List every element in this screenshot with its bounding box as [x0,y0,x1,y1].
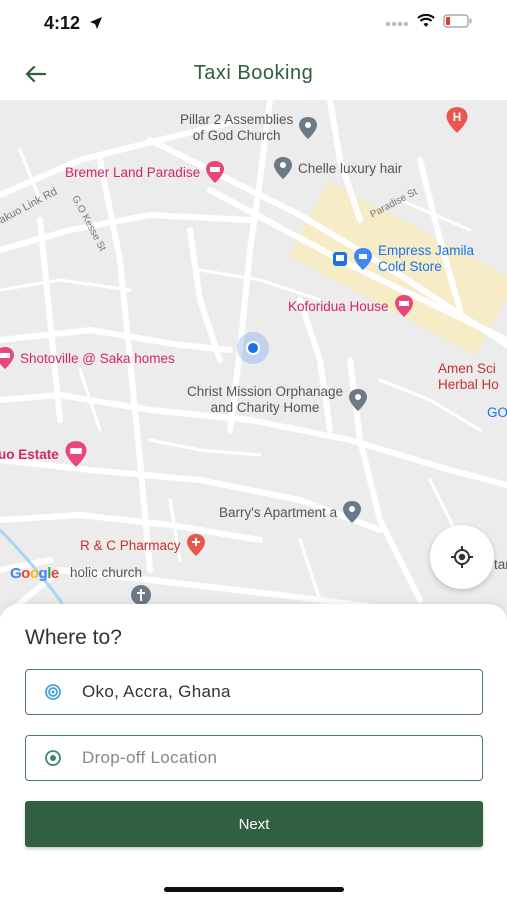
place-pin-icon [343,501,362,523]
sheet-title: Where to? [25,626,122,649]
map-poi[interactable]: Barry's Apartment a [219,500,363,524]
status-bar: 4:12 [0,0,507,48]
next-button[interactable]: Next [25,801,483,847]
map-poi[interactable]: Koforidua House [288,294,415,318]
status-time: 4:12 [44,13,81,33]
map-poi[interactable]: Christ Mission Orphanage and Charity Hom… [187,384,369,416]
place-pin-icon [274,157,292,179]
map-edge-label: tar [494,557,507,572]
svg-text:H: H [453,111,461,124]
my-location-button[interactable] [430,525,494,589]
map-edge-label: GO [487,405,507,420]
map-poi[interactable]: Pillar 2 Assemblies of God Church [180,112,319,144]
map-poi[interactable]: Empress Jamila Cold Store [332,243,474,275]
map-poi[interactable]: uo Estate [0,440,89,468]
map-poi[interactable]: holic church [70,565,142,580]
dropoff-input[interactable] [82,748,442,768]
crosshair-icon [451,546,473,568]
header: Taxi Booking [0,48,507,100]
store-pin-icon [354,248,372,270]
map-poi[interactable]: Shotoville @ Saka homes [0,346,175,370]
pickup-input[interactable] [82,682,442,702]
hotel-pin-icon [394,295,413,317]
place-pin-icon [349,389,368,411]
map-poi[interactable]: R & C Pharmacy [80,533,207,557]
status-icons [385,13,473,33]
pharmacy-pin-icon [186,534,205,556]
dropoff-location-icon [45,750,61,766]
google-logo: Google [10,565,59,582]
wifi-icon [417,13,435,33]
map-poi[interactable]: Amen Sci Herbal Ho [438,361,499,393]
pickup-field[interactable] [25,669,483,715]
pickup-location-icon [45,684,61,700]
map-poi[interactable]: Chelle luxury hair [272,156,402,180]
signal-dots-icon [385,15,409,33]
map-poi[interactable]: Bremer Land Paradise [65,160,226,184]
current-location-dot [237,332,269,364]
booking-sheet: Where to? Next [0,604,507,900]
dropoff-field[interactable] [25,735,483,781]
bus-stop-icon [333,252,347,266]
page-title: Taxi Booking [193,62,314,84]
place-pin-icon [299,117,318,139]
hotel-pin-icon [206,161,225,183]
church-pin-icon [131,585,151,605]
hospital-pin-icon: H [446,107,468,133]
hotel-pin-icon [65,441,87,467]
location-arrow-icon [89,16,103,35]
map-poi-hospital[interactable]: H [444,106,470,134]
home-indicator[interactable] [164,887,344,892]
battery-icon [443,14,473,33]
hotel-pin-icon [0,347,14,369]
map-view[interactable]: akuo Link Rd G.O Kesse St Paradise St Pi… [0,100,507,620]
